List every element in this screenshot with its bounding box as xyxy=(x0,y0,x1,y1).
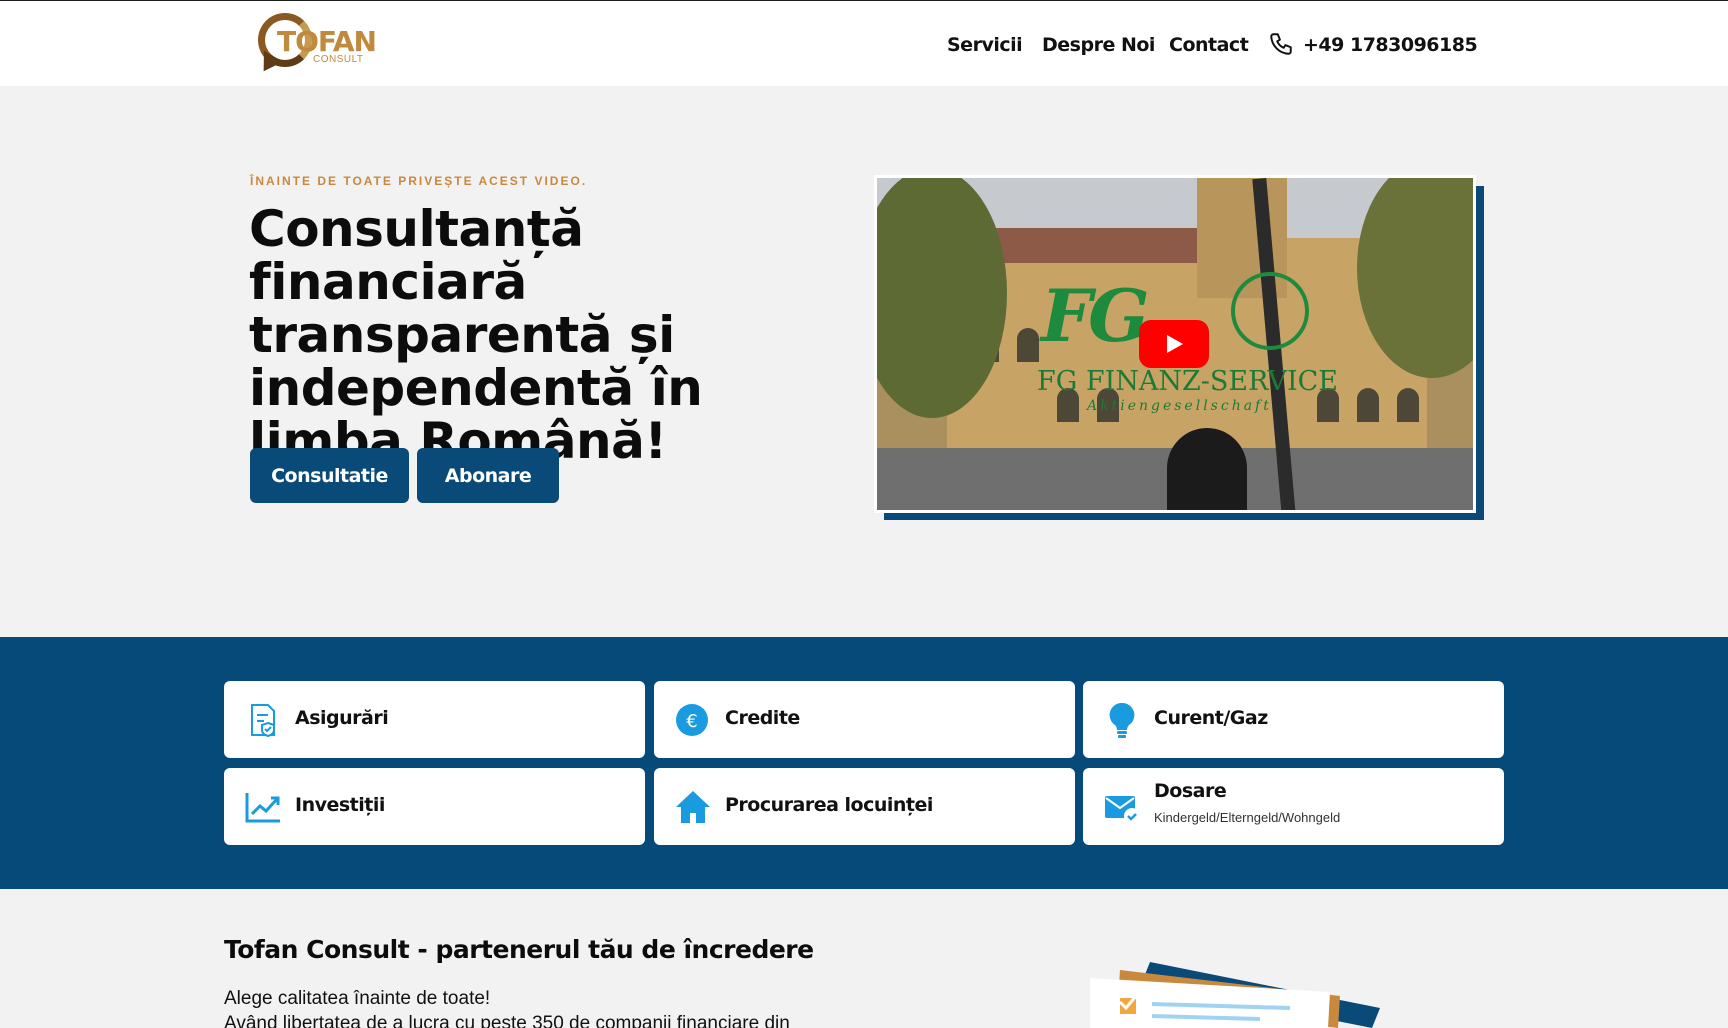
video-window xyxy=(1357,388,1379,422)
svg-text:€: € xyxy=(686,711,697,732)
globe-icon xyxy=(1231,272,1309,350)
hero-title: Consultanță financiară transparentă și i… xyxy=(249,200,703,470)
insurance-document-icon xyxy=(251,704,275,738)
abonare-button[interactable]: Abonare xyxy=(417,448,559,503)
video-person xyxy=(1167,428,1247,510)
service-sublabel: Kindergeld/Elterngeld/Wohngeld xyxy=(1154,810,1341,825)
service-label: Credite xyxy=(725,707,800,729)
mail-check-icon xyxy=(1105,796,1140,824)
nav-item-servicii[interactable]: Servicii xyxy=(947,30,1023,60)
youtube-video-embed[interactable]: FG FG FINANZ-SERVICE Aktiengesellschaft xyxy=(874,175,1476,513)
service-card-investitii[interactable]: Investiții xyxy=(224,768,645,845)
service-card-dosare[interactable]: Dosare Kindergeld/Elterngeld/Wohngeld xyxy=(1083,768,1504,845)
tofan-logo[interactable]: TOFAN CONSULT xyxy=(254,11,377,78)
service-card-credite[interactable]: € Credite xyxy=(654,681,1075,758)
nav-item-contact[interactable]: Contact xyxy=(1169,30,1249,60)
service-label: Procurarea locuinței xyxy=(725,794,933,816)
hero-kicker: ÎNAINTE DE TOATE PRIVEȘTE ACEST VIDEO. xyxy=(250,174,588,188)
service-card-curent-gaz[interactable]: Curent/Gaz xyxy=(1083,681,1504,758)
nav-item-despre-noi[interactable]: Despre Noi xyxy=(1042,30,1155,60)
service-label: Asigurări xyxy=(295,707,389,729)
nav-link-servicii[interactable]: Servicii xyxy=(947,34,1023,56)
nav-phone-number[interactable]: +49 1783096185 xyxy=(1303,30,1478,60)
consultatie-button[interactable]: Consultatie xyxy=(250,448,409,503)
service-label: Curent/Gaz xyxy=(1154,707,1268,729)
video-window xyxy=(1397,388,1419,422)
euro-coin-icon: € xyxy=(676,704,708,736)
phone-link[interactable]: +49 1783096185 xyxy=(1303,34,1478,56)
services-band: Asigurări € Credite Curent/Gaz Investiți… xyxy=(0,637,1728,889)
site-header: TOFAN CONSULT Servicii Despre Noi Contac… xyxy=(0,1,1728,86)
video-window xyxy=(1017,328,1039,362)
fg-brand-name: FG FINANZ-SERVICE xyxy=(1037,366,1339,397)
nav-link-despre-noi[interactable]: Despre Noi xyxy=(1042,34,1155,56)
play-icon xyxy=(1167,335,1183,353)
about-line: Având libertatea de a lucra cu peste 350… xyxy=(224,1013,790,1028)
phone-icon xyxy=(1270,33,1292,55)
about-title: Tofan Consult - partenerul tău de încred… xyxy=(224,935,814,964)
documents-illustration xyxy=(1090,962,1380,1028)
youtube-play-button[interactable] xyxy=(1139,320,1209,368)
logo-subtitle: CONSULT xyxy=(313,54,364,65)
service-card-procurarea-locuintei[interactable]: Procurarea locuinței xyxy=(654,768,1075,845)
house-icon xyxy=(676,791,710,823)
lightbulb-icon xyxy=(1109,702,1135,738)
service-label: Investiții xyxy=(295,794,385,816)
service-card-asigurari[interactable]: Asigurări xyxy=(224,681,645,758)
nav-link-contact[interactable]: Contact xyxy=(1169,34,1249,56)
fg-brand-sub: Aktiengesellschaft xyxy=(1087,398,1272,414)
video-roof xyxy=(987,228,1207,263)
chart-trend-icon xyxy=(245,793,280,823)
about-line: Alege calitatea înainte de toate! xyxy=(224,988,491,1009)
service-label: Dosare xyxy=(1154,780,1227,802)
